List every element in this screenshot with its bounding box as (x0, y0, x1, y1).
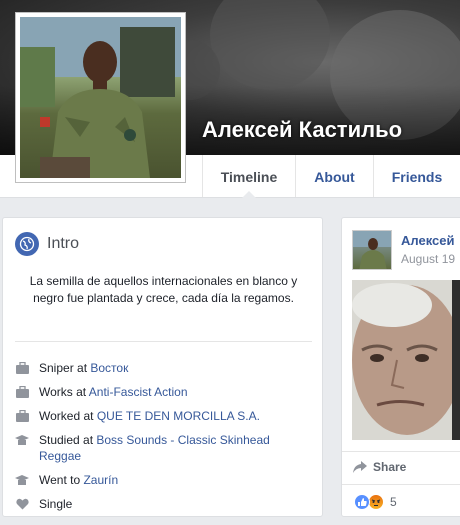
work-link[interactable]: QUE TE DEN MORCILLA S.A. (97, 409, 260, 423)
post-author-avatar[interactable] (352, 230, 392, 270)
post-card: Алексей August 19 Share 5 (341, 217, 460, 517)
intro-item-education: Studied at Boss Sounds - Classic Skinhea… (15, 432, 315, 464)
intro-item-work: Worked at QUE TE DEN MORCILLA S.A. (15, 408, 315, 424)
profile-picture[interactable] (15, 12, 186, 183)
post-image[interactable] (352, 280, 460, 440)
graduation-cap-icon (15, 432, 29, 448)
intro-title: Intro (47, 235, 80, 252)
briefcase-icon (15, 384, 29, 400)
like-reaction-icon (354, 494, 370, 510)
tab-timeline[interactable]: Timeline (202, 155, 295, 198)
post-actions: Share (342, 451, 460, 481)
work-link[interactable]: Anti-Fascist Action (89, 385, 188, 399)
graduation-cap-icon (15, 472, 29, 488)
tab-friends[interactable]: Friends (373, 155, 460, 197)
angry-reaction-icon (368, 494, 384, 510)
heart-icon (15, 496, 29, 512)
intro-item-education: Went to Zaurín (15, 472, 315, 488)
briefcase-icon (15, 360, 29, 376)
reactions-bar[interactable]: 5 (342, 484, 460, 516)
work-link[interactable]: Восток (90, 361, 128, 375)
intro-item-relationship: Single (15, 496, 315, 512)
divider (15, 341, 312, 342)
post-date[interactable]: August 19 (401, 252, 455, 266)
briefcase-icon (15, 408, 29, 424)
tab-about[interactable]: About (295, 155, 373, 197)
relationship-status: Single (39, 497, 73, 511)
intro-card: Intro La semilla de aquellos internacion… (2, 217, 323, 517)
globe-icon (15, 232, 39, 256)
intro-item-work: Works at Anti-Fascist Action (15, 384, 315, 400)
intro-bio: La semilla de aquellos internacionales e… (29, 274, 298, 305)
share-icon (353, 461, 367, 473)
profile-photo-image (20, 17, 181, 178)
profile-name[interactable]: Алексей Кастильо (202, 117, 402, 143)
education-link[interactable]: Zaurín (83, 473, 118, 487)
share-button[interactable]: Share (353, 460, 406, 474)
reaction-count[interactable]: 5 (390, 495, 397, 509)
post-author-name[interactable]: Алексей (401, 233, 455, 248)
intro-item-work: Sniper at Восток (15, 360, 315, 376)
intro-header: Intro (15, 232, 79, 256)
